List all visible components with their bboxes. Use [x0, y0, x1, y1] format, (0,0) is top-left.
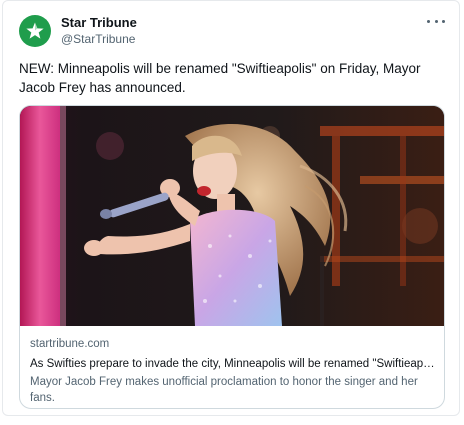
- more-horizontal-icon-dot: [434, 19, 438, 23]
- author-handle[interactable]: @StarTribune: [61, 31, 137, 47]
- link-domain: startribune.com: [30, 338, 110, 350]
- link-preview-card[interactable]: startribune.com As Swifties prepare to i…: [19, 105, 445, 409]
- performer-photo-illustration: [20, 106, 444, 326]
- tweet-text: NEW: Minneapolis will be renamed "Swifti…: [19, 61, 421, 95]
- more-horizontal-icon: [427, 19, 430, 23]
- more-menu-button[interactable]: [427, 15, 445, 27]
- link-description: Mayor Jacob Frey makes unofficial procla…: [30, 376, 418, 404]
- author-display-name[interactable]: Star Tribune: [61, 15, 137, 31]
- author-names: Star Tribune @StarTribune: [61, 15, 137, 47]
- avatar[interactable]: [19, 15, 51, 47]
- link-title[interactable]: As Swifties prepare to invade the city, …: [30, 356, 438, 373]
- star-logo-icon: [26, 22, 44, 39]
- more-horizontal-icon-dot: [442, 19, 445, 23]
- tweet-header: Star Tribune @StarTribune: [19, 15, 137, 47]
- performer-photo[interactable]: [20, 106, 444, 326]
- link-card-meta: startribune.com As Swifties prepare to i…: [30, 336, 438, 406]
- tweet-card[interactable]: Star Tribune @StarTribune NEW: Minneapol…: [2, 0, 460, 416]
